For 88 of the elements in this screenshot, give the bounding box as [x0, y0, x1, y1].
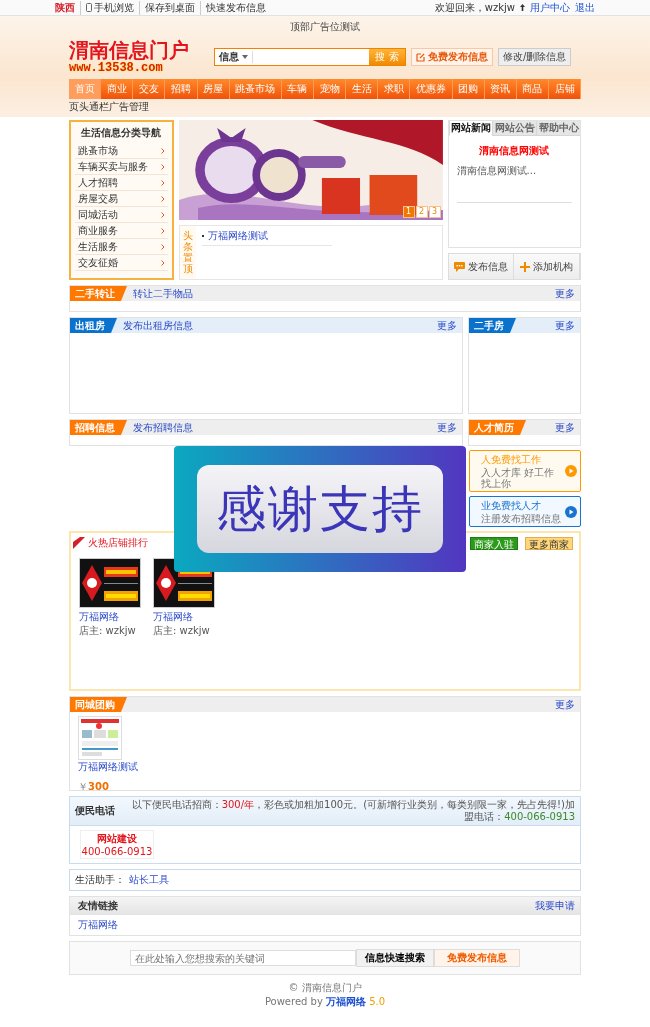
- chevron-icon: [160, 243, 165, 250]
- edit-button[interactable]: 修改/删除信息: [498, 48, 572, 66]
- phone-card[interactable]: 网站建设 400-066-0913: [80, 830, 154, 859]
- action-button[interactable]: 发布信息: [448, 254, 515, 279]
- more-link[interactable]: 更多: [437, 318, 462, 333]
- apply-link[interactable]: 我要申请: [535, 899, 580, 913]
- news-tab[interactable]: 帮助中心: [536, 121, 580, 136]
- chevron-icon: [160, 195, 165, 202]
- category-item[interactable]: 同城活动: [75, 207, 168, 223]
- more-link[interactable]: 更多: [555, 420, 580, 435]
- category-item[interactable]: 跳蚤市场: [75, 143, 168, 159]
- logo-url: www.13538.com: [69, 61, 164, 75]
- section-link[interactable]: 发布招聘信息: [133, 420, 193, 435]
- shop-owner: 店主: wzkjw: [153, 624, 211, 638]
- news-tab[interactable]: 网站新闻: [448, 121, 493, 136]
- top-link[interactable]: 快速发布信息: [200, 0, 266, 15]
- category-item[interactable]: 生活服务: [75, 239, 168, 255]
- helper-label: 生活助手：: [75, 873, 125, 887]
- headline-label: 头条置顶: [179, 226, 196, 279]
- user-link[interactable]: 退出: [575, 0, 595, 15]
- chevron-icon: [160, 227, 165, 234]
- phone-number: 400-066-0913: [81, 846, 153, 857]
- more-link[interactable]: 更多: [555, 697, 580, 712]
- section-link[interactable]: 发布出租房信息: [123, 318, 193, 333]
- price-text: ￥300: [78, 780, 110, 794]
- promo-title: 业免费找人才: [481, 499, 542, 513]
- group-buy-name[interactable]: 万福网络测试: [78, 760, 138, 774]
- panel-title: 生活信息分类导航: [80, 126, 163, 140]
- more-link[interactable]: 更多: [555, 318, 580, 333]
- section-tab[interactable]: 二手房: [469, 318, 516, 333]
- chevron-icon: [160, 211, 165, 218]
- top-link[interactable]: 手机浏览: [80, 0, 134, 15]
- edit-icon: [416, 52, 425, 62]
- chevron-icon: [160, 259, 165, 266]
- friend-link[interactable]: 万福网络: [78, 919, 118, 930]
- promo-card[interactable]: 业免费找人才 注册发布招聘信息: [469, 496, 581, 527]
- arrow-icon: [520, 4, 525, 11]
- shop-name[interactable]: 万福网络: [79, 610, 141, 624]
- news-summary: 渭南信息网测试...: [455, 164, 538, 178]
- phone-icon: [86, 3, 92, 12]
- join-button[interactable]: 商家入驻: [470, 536, 518, 550]
- ad-text: 感谢支持: [197, 465, 443, 553]
- powered-by-text: Powered by 万福网络 5.0: [263, 995, 387, 1009]
- promo-text: 入人才库 好工作找上你: [481, 467, 556, 489]
- category-item[interactable]: 交友征婚: [75, 255, 168, 271]
- ad-notice: 页头通栏广告管理: [69, 100, 150, 114]
- section-tab[interactable]: 出租房: [70, 318, 117, 333]
- chevron-icon: [160, 179, 165, 186]
- brand-link[interactable]: 万福网络: [326, 996, 366, 1007]
- copyright-text: © 渭南信息门户: [287, 981, 363, 995]
- tool-link[interactable]: 站长工具: [129, 873, 169, 887]
- promo-text: 注册发布招聘信息: [481, 513, 562, 524]
- logo-title[interactable]: 渭南信息门户: [69, 39, 209, 61]
- panel-title: 友情链接: [78, 899, 118, 913]
- welcome-text: 欢迎回来，wzkjw: [434, 0, 515, 15]
- ad-dialog[interactable]: 感谢支持: [174, 446, 466, 572]
- promo-card[interactable]: 人免费找工作 入人才库 好工作找上你: [469, 450, 581, 492]
- region-link[interactable]: 陕西: [55, 0, 75, 15]
- panel-title: 便民电话: [75, 804, 115, 818]
- category-item[interactable]: 房屋交易: [75, 191, 168, 207]
- category-item[interactable]: 车辆买卖与服务: [75, 159, 168, 175]
- plus-icon: [520, 261, 531, 272]
- shop-owner: 店主: wzkjw: [79, 624, 137, 638]
- more-shops-button[interactable]: 更多商家: [525, 536, 573, 550]
- shop-ranking-title: 火热店铺排行: [88, 536, 148, 550]
- shop-name[interactable]: 万福网络: [153, 610, 215, 624]
- top-link[interactable]: 保存到桌面: [139, 0, 195, 15]
- ad-text: 顶部广告位测试: [289, 20, 361, 34]
- hot-badge-icon: [73, 537, 85, 549]
- chevron-icon: [160, 163, 165, 170]
- quick-search-button[interactable]: 信息快速搜索: [356, 949, 434, 967]
- more-link[interactable]: 更多: [555, 286, 580, 301]
- chevron-icon: [160, 147, 165, 154]
- notice-text: 以下便民电话招商：300/年，彩色或加粗加100元。(可新增行业类别，每类别限一家，先占先得!)加盟电话：400-066-0913: [130, 799, 575, 823]
- news-title[interactable]: 渭南信息网测试: [448, 144, 580, 158]
- service-name: 网站建设: [96, 832, 138, 846]
- category-item[interactable]: 商业服务: [75, 223, 168, 239]
- keyword-field[interactable]: 在此处输入您想搜索的关键词: [130, 950, 356, 966]
- caret-icon: [242, 55, 248, 59]
- promo-title: 人免费找工作: [481, 453, 542, 467]
- headline-link[interactable]: 万福网络测试: [207, 229, 268, 243]
- category-item[interactable]: 人才招聘: [75, 175, 168, 191]
- message-icon: [453, 261, 465, 272]
- news-tab[interactable]: 网站公告: [492, 121, 537, 136]
- action-button[interactable]: 添加机构: [514, 254, 580, 279]
- user-link[interactable]: 用户中心: [530, 0, 570, 15]
- more-link[interactable]: 更多: [437, 420, 462, 435]
- section-link[interactable]: 转让二手物品: [133, 286, 193, 301]
